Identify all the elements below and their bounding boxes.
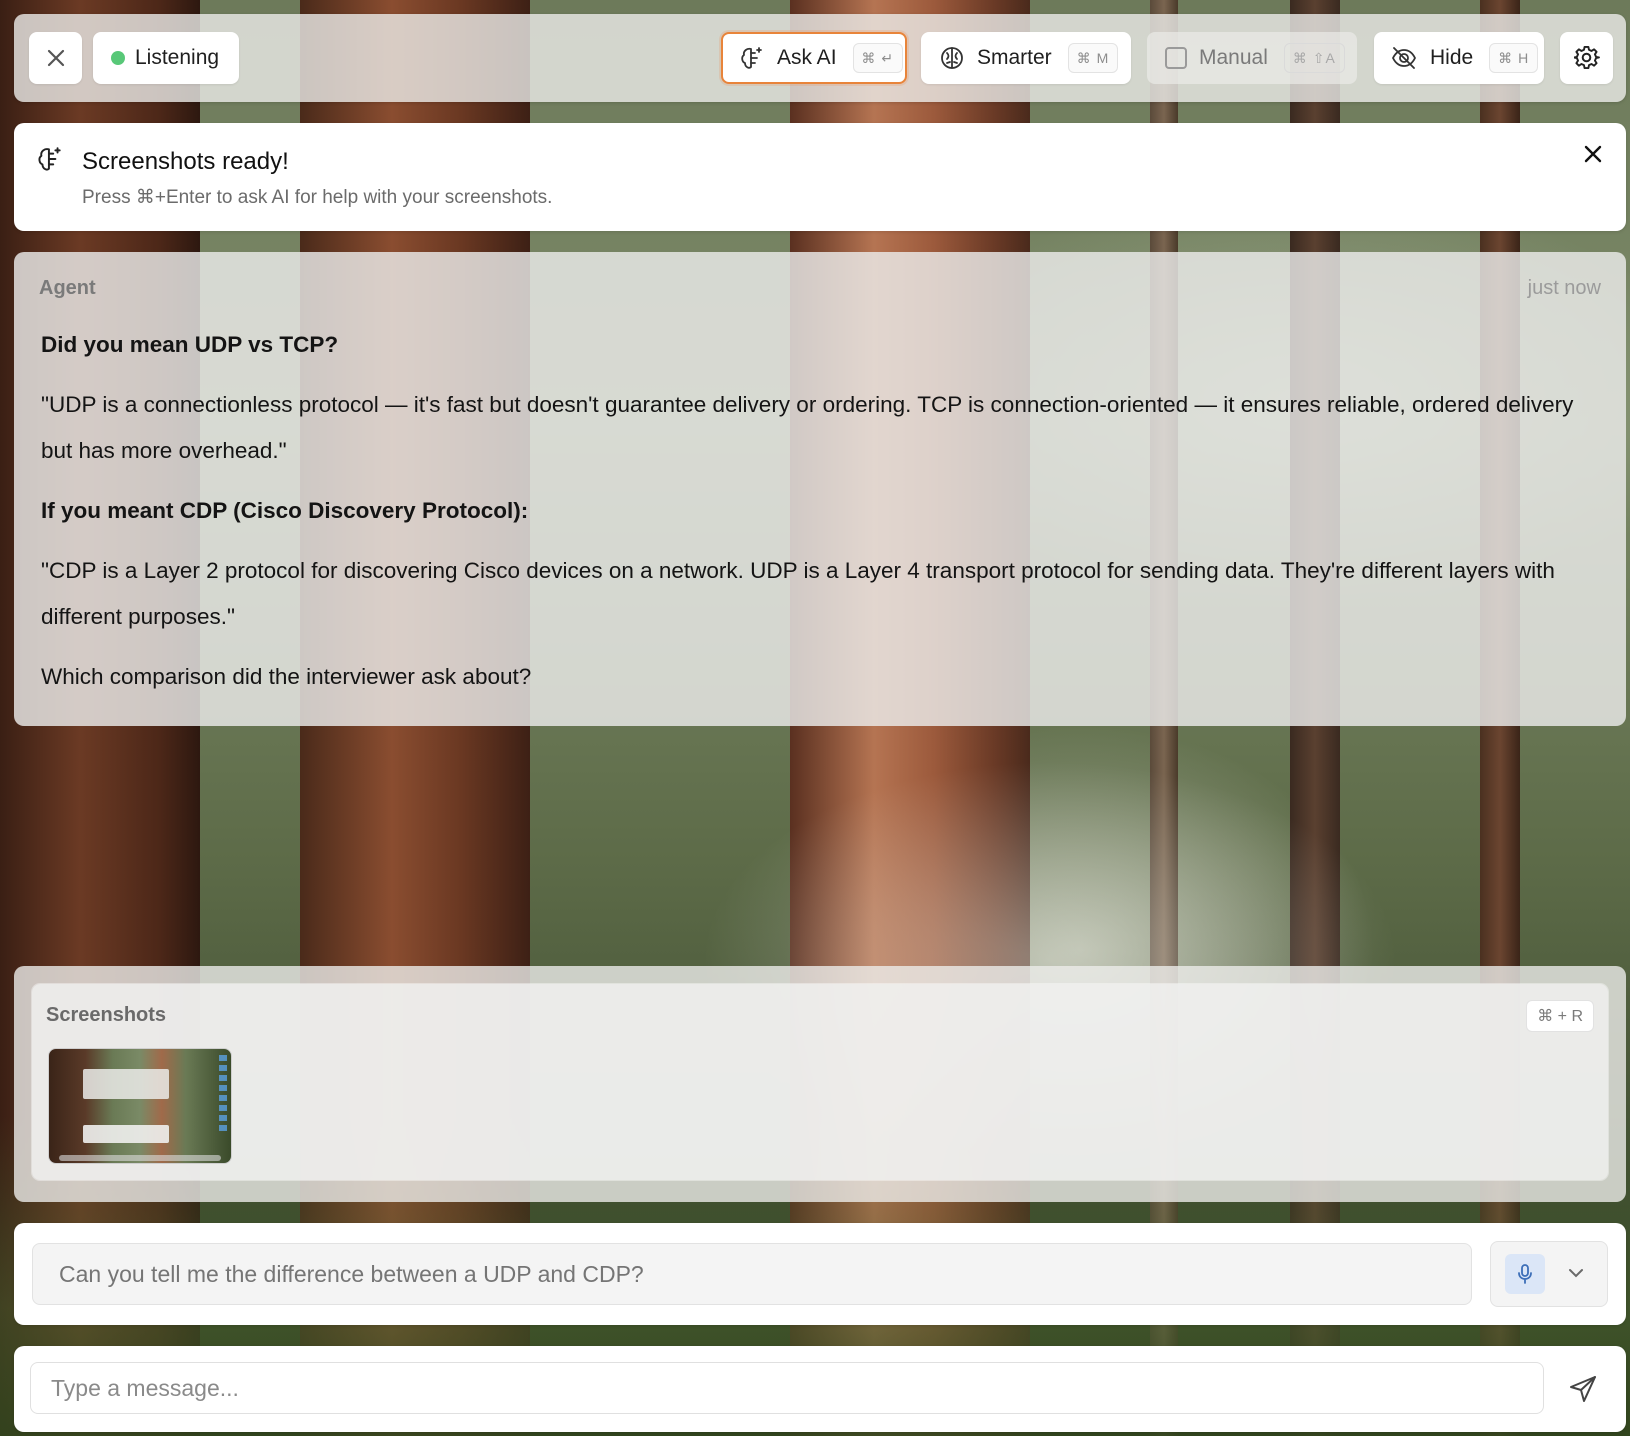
close-icon xyxy=(1584,145,1602,163)
close-button[interactable] xyxy=(29,32,82,84)
transcript-field[interactable]: Can you tell me the difference between a… xyxy=(32,1243,1472,1305)
settings-button[interactable] xyxy=(1560,32,1613,84)
screenshots-ready-notification: Screenshots ready! Press ⌘+Enter to ask … xyxy=(14,123,1626,231)
message-input[interactable] xyxy=(30,1362,1544,1414)
mic-options-button[interactable] xyxy=(1565,1262,1587,1289)
manual-label: Manual xyxy=(1199,46,1268,69)
top-toolbar: Listening Ask AI ⌘ ↵ Smarter ⌘ M Manual … xyxy=(14,14,1626,102)
status-dot-icon xyxy=(111,51,125,65)
hide-shortcut: ⌘ H xyxy=(1489,43,1539,73)
message-author: Agent xyxy=(39,277,96,299)
hide-button[interactable]: Hide ⌘ H xyxy=(1374,32,1544,84)
hide-label: Hide xyxy=(1430,46,1474,69)
screenshots-section: Screenshots ⌘ + R xyxy=(14,966,1626,1202)
send-icon xyxy=(1570,1376,1596,1402)
checkbox-icon xyxy=(1165,47,1187,69)
message-paragraph: "CDP is a Layer 2 protocol for discoveri… xyxy=(41,558,1555,629)
message-question: Which comparison did the interviewer ask… xyxy=(41,664,532,689)
notification-title: Screenshots ready! xyxy=(82,148,289,175)
message-body: Did you mean UDP vs TCP? "UDP is a conne… xyxy=(41,322,1601,714)
ask-ai-button[interactable]: Ask AI ⌘ ↵ xyxy=(721,32,907,84)
send-button[interactable] xyxy=(1568,1374,1598,1409)
mic-control-group xyxy=(1490,1241,1608,1307)
ask-ai-label: Ask AI xyxy=(777,46,837,69)
brain-sparkle-icon xyxy=(741,47,762,69)
manual-toggle[interactable]: Manual ⌘ ⇧A xyxy=(1147,32,1357,84)
screenshots-title: Screenshots xyxy=(46,1004,167,1026)
screenshot-thumbnail[interactable] xyxy=(48,1048,232,1164)
brain-sparkle-icon xyxy=(38,147,61,171)
notification-subtitle: Press ⌘+Enter to ask AI for help with yo… xyxy=(82,187,553,208)
manual-shortcut: ⌘ ⇧A xyxy=(1283,43,1345,73)
ask-ai-shortcut: ⌘ ↵ xyxy=(852,43,904,73)
composer xyxy=(14,1346,1626,1432)
screenshots-shortcut: ⌘ + R xyxy=(1526,1000,1594,1032)
listening-label: Listening xyxy=(135,46,220,69)
dismiss-notification-button[interactable] xyxy=(1582,143,1604,170)
gear-icon xyxy=(1573,45,1600,70)
eye-off-icon xyxy=(1392,47,1416,69)
message-timestamp: just now xyxy=(1527,277,1601,299)
agent-message-card: Agent just now Did you mean UDP vs TCP? … xyxy=(14,252,1626,726)
smarter-button[interactable]: Smarter ⌘ M xyxy=(921,32,1131,84)
message-paragraph: "UDP is a connectionless protocol — it's… xyxy=(41,392,1574,463)
mic-button[interactable] xyxy=(1505,1254,1545,1294)
smarter-label: Smarter xyxy=(977,46,1052,69)
message-heading: If you meant CDP (Cisco Discovery Protoc… xyxy=(41,498,529,523)
close-icon xyxy=(47,49,64,67)
brain-icon xyxy=(941,47,963,69)
transcript-bar: Can you tell me the difference between a… xyxy=(14,1223,1626,1325)
listening-status-button[interactable]: Listening xyxy=(93,32,239,84)
mic-icon xyxy=(1518,1264,1532,1284)
chevron-down-icon xyxy=(1569,1269,1583,1278)
transcript-text: Can you tell me the difference between a… xyxy=(59,1260,644,1287)
screenshots-panel: Screenshots ⌘ + R xyxy=(32,984,1608,1180)
message-heading: Did you mean UDP vs TCP? xyxy=(41,332,339,357)
smarter-shortcut: ⌘ M xyxy=(1067,43,1119,73)
